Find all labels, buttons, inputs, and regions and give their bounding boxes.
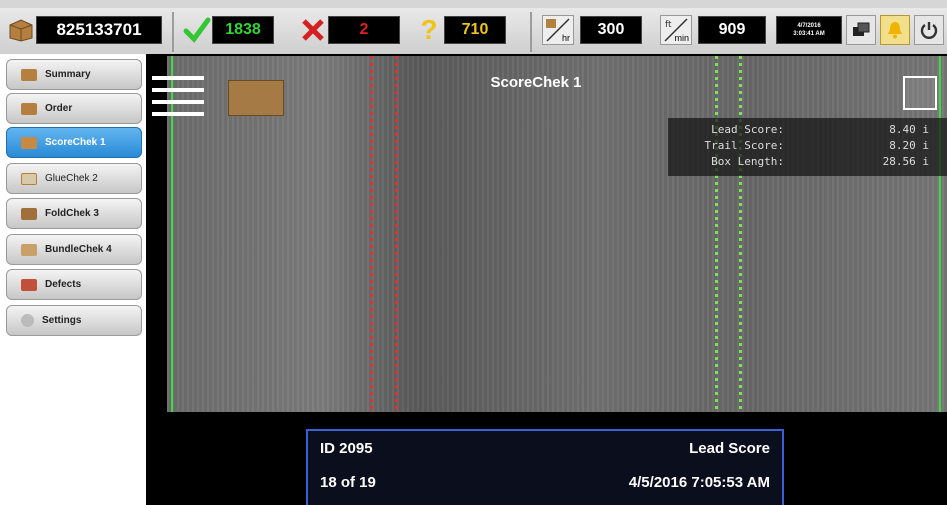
window-switch-icon[interactable] [846, 15, 876, 45]
job-id: 825133701 [36, 16, 162, 44]
defect-timestamp: 4/5/2016 7:05:53 AM [628, 473, 770, 491]
good-count: 1838 [212, 16, 274, 44]
lead-score-line [395, 56, 398, 412]
sidebar-item-label: BundleChek 4 [45, 244, 112, 255]
sidebar: Summary Order ScoreChek 1 GlueChek 2 Fol… [0, 54, 146, 505]
score-label: Lead Score: [711, 122, 784, 136]
window-switch-button[interactable] [846, 10, 876, 50]
score-row: Lead Score: 8.40 i [668, 121, 947, 137]
score-value: 8.40 i [889, 122, 929, 136]
scorechek-icon [21, 136, 37, 149]
score-readout: Lead Score: 8.40 i Trail Score: 8.20 i B… [668, 118, 947, 176]
rate-per-hour: 300 [580, 16, 642, 44]
datetime-group: 4/7/2016 3:03:41 AM [776, 10, 842, 50]
svg-text:ft: ft [665, 20, 672, 30]
datetime-display: 4/7/2016 3:03:41 AM [776, 16, 842, 44]
view-title: ScoreChek 1 [490, 74, 582, 91]
good-group: 1838 [182, 10, 274, 50]
sidebar-item-summary[interactable]: Summary [6, 59, 142, 90]
trail-score-line [715, 56, 718, 412]
rate-min-group: ft min 909 [660, 10, 766, 50]
box-icon [6, 14, 36, 46]
sidebar-item-gluechek-2[interactable]: GlueChek 2 [6, 163, 142, 194]
alert-icon[interactable] [880, 15, 910, 45]
sidebar-item-label: FoldChek 3 [45, 208, 99, 219]
image-texture [167, 56, 947, 412]
sidebar-item-label: Defects [45, 279, 82, 290]
sidebar-item-label: Settings [42, 315, 82, 326]
sidebar-item-label: Summary [45, 69, 91, 80]
question-icon: ? [420, 14, 438, 45]
camera-image[interactable] [167, 56, 947, 412]
sidebar-item-bundlechek-4[interactable]: BundleChek 4 [6, 234, 142, 265]
trail-score-line [739, 56, 742, 412]
rate-hour-group: hr 300 [542, 10, 642, 50]
rate-min-unit: min [674, 33, 689, 43]
gluechek-icon [21, 172, 37, 185]
summary-icon [21, 68, 37, 81]
reject-group: 2 [298, 10, 400, 50]
score-label: Box Length: [711, 154, 784, 168]
sidebar-item-scorechek-1[interactable]: ScoreChek 1 [6, 127, 142, 158]
sidebar-item-label: GlueChek 2 [45, 173, 98, 184]
sidebar-item-defects[interactable]: Defects [6, 269, 142, 300]
alert-button[interactable] [880, 10, 910, 50]
power-button[interactable] [914, 10, 944, 50]
sidebar-item-foldchek-3[interactable]: FoldChek 3 [6, 198, 142, 229]
check-icon [182, 14, 212, 46]
sidebar-item-order[interactable]: Order [6, 93, 142, 124]
job-group: 825133701 [6, 10, 162, 50]
info-row: ID 2095 Lead Score [308, 431, 782, 465]
divider [172, 12, 174, 52]
fullscreen-icon[interactable] [903, 76, 937, 110]
unknown-count: 710 [444, 16, 506, 44]
sidebar-item-label: ScoreChek 1 [45, 137, 106, 148]
menu-icon[interactable] [152, 76, 204, 124]
settings-icon [21, 314, 34, 327]
score-row: Box Length: 28.56 i [668, 153, 947, 169]
right-edge-marker [939, 56, 941, 412]
defect-type: Lead Score [689, 439, 770, 457]
x-icon [298, 14, 328, 46]
defect-id: ID 2095 [320, 439, 373, 457]
top-status-bar: 825133701 1838 2 ? 710 hr 300 ft min 909… [0, 8, 947, 54]
defect-position: 18 of 19 [320, 473, 376, 491]
order-icon [21, 102, 37, 115]
box-per-hour-icon: hr [542, 15, 574, 45]
score-value: 28.56 i [882, 154, 929, 168]
feet-per-min-icon: ft min [660, 15, 692, 45]
lead-score-line [370, 56, 373, 412]
power-icon[interactable] [914, 15, 944, 45]
score-row: Trail Score: 8.20 i [668, 137, 947, 153]
camera-view-panel: ScoreChek 1 Lead Score: 8.40 i Trail Sco… [146, 54, 947, 505]
sidebar-item-label: Order [45, 103, 73, 114]
score-value: 8.20 i [889, 138, 929, 152]
info-row: 18 of 19 4/5/2016 7:05:53 AM [308, 465, 782, 499]
app-window: 825133701 1838 2 ? 710 hr 300 ft min 909… [0, 0, 947, 505]
foldchek-icon [21, 207, 37, 220]
unknown-group: ? 710 [414, 10, 506, 50]
divider [530, 12, 532, 52]
reject-count: 2 [328, 16, 400, 44]
bundlechek-icon [21, 243, 37, 256]
defect-info-panel: ID 2095 Lead Score 18 of 19 4/5/2016 7:0… [306, 429, 784, 505]
sidebar-item-settings[interactable]: Settings [6, 305, 142, 336]
rate-hour-unit: hr [561, 33, 570, 43]
rate-per-min: 909 [698, 16, 766, 44]
score-label: Trail Score: [704, 138, 784, 152]
box-thumbnail-icon [228, 80, 284, 116]
defects-icon [21, 278, 37, 291]
